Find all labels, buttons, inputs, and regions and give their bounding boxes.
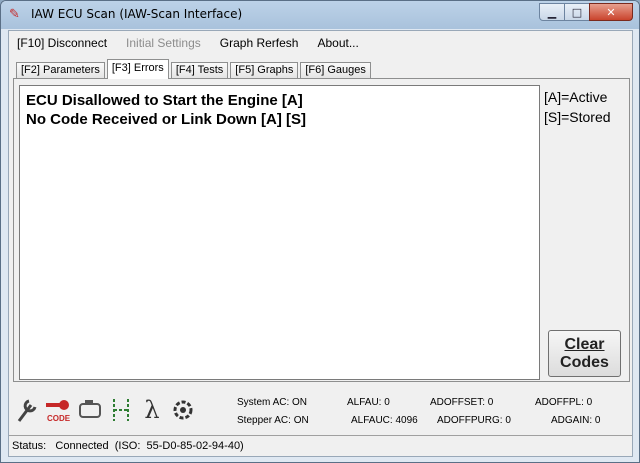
tab-gauges[interactable]: [F6] Gauges xyxy=(300,62,371,79)
legend-active: [A]=Active xyxy=(544,89,608,105)
clear-codes-label-line2: Codes xyxy=(560,353,609,371)
error-code-item: No Code Received or Link Down [A] [S] xyxy=(26,111,307,128)
lambda-glyph: λ xyxy=(144,396,160,424)
engine-icon xyxy=(75,393,105,427)
menu-disconnect[interactable]: [F10] Disconnect xyxy=(17,36,107,50)
adoffpl-value: ADOFFPL: 0 xyxy=(535,397,593,408)
title-bar[interactable]: ✎ IAW ECU Scan (IAW-Scan Interface) ▁ □ … xyxy=(1,1,639,29)
maximize-icon: □ xyxy=(571,5,583,19)
menu-bar: [F10] Disconnect Initial Settings Graph … xyxy=(9,31,632,55)
app-window: ✎ IAW ECU Scan (IAW-Scan Interface) ▁ □ … xyxy=(0,0,640,463)
tab-parameters[interactable]: [F2] Parameters xyxy=(16,62,105,79)
minimize-icon: ▁ xyxy=(547,5,557,19)
sensor-values: System AC: ON Stepper AC: ON ALFAU: 0 AL… xyxy=(237,397,632,433)
status-icons: CODE λ xyxy=(13,393,199,427)
clear-codes-button[interactable]: Clear Codes xyxy=(548,330,621,377)
tab-graphs[interactable]: [F5] Graphs xyxy=(230,62,299,79)
app-logo-icon: ✎ xyxy=(9,7,20,22)
error-codes-list[interactable]: ECU Disallowed to Start the Engine [A] N… xyxy=(19,85,540,380)
errors-tab-panel: ECU Disallowed to Start the Engine [A] N… xyxy=(13,78,630,382)
close-icon: ✕ xyxy=(606,5,616,19)
stepper-ac-value: Stepper AC: ON xyxy=(237,415,309,426)
lambda-icon: λ xyxy=(137,393,167,427)
connection-status: Status: Connected (ISO: 55-D0-85-02-94-4… xyxy=(12,440,244,452)
clear-codes-label-line1: Clear xyxy=(564,335,605,353)
status-bar: Status: Connected (ISO: 55-D0-85-02-94-4… xyxy=(9,435,632,456)
code-key-icon: CODE xyxy=(44,393,74,427)
tab-errors[interactable]: [F3] Errors xyxy=(106,59,169,79)
window-title: IAW ECU Scan (IAW-Scan Interface) xyxy=(31,7,243,21)
alfau-value: ALFAU: 0 xyxy=(347,397,390,408)
snowflake-icon xyxy=(168,393,198,427)
menu-about[interactable]: About... xyxy=(317,36,358,50)
error-code-item: ECU Disallowed to Start the Engine [A] xyxy=(26,92,303,109)
adoffpurg-value: ADOFFPURG: 0 xyxy=(437,415,511,426)
error-legend: [A]=Active [S]=Stored xyxy=(544,87,611,127)
menu-graph-refresh[interactable]: Graph Rerfesh xyxy=(220,36,299,50)
adgain-value: ADGAIN: 0 xyxy=(551,415,601,426)
sensor-status-panel: CODE λ System AC: ON Stepper AC: ON ALFA… xyxy=(9,389,632,433)
adoffset-value: ADOFFSET: 0 xyxy=(430,397,494,408)
close-button[interactable]: ✕ xyxy=(589,3,633,21)
code-icon-label: CODE xyxy=(47,414,71,423)
system-ac-value: System AC: ON xyxy=(237,397,308,408)
wrench-icon xyxy=(13,393,43,427)
menu-initial-settings[interactable]: Initial Settings xyxy=(126,36,201,50)
hydraulic-icon xyxy=(106,393,136,427)
alfauc-value: ALFAUC: 4096 xyxy=(351,415,418,426)
minimize-button[interactable]: ▁ xyxy=(539,3,565,21)
caption-buttons: ▁ □ ✕ xyxy=(539,3,633,21)
tab-strip: [F2] Parameters [F3] Errors [F4] Tests [… xyxy=(16,59,373,79)
maximize-button[interactable]: □ xyxy=(564,3,590,21)
tab-tests[interactable]: [F4] Tests xyxy=(170,62,229,79)
client-area: [F10] Disconnect Initial Settings Graph … xyxy=(8,30,633,457)
legend-stored: [S]=Stored xyxy=(544,109,611,125)
